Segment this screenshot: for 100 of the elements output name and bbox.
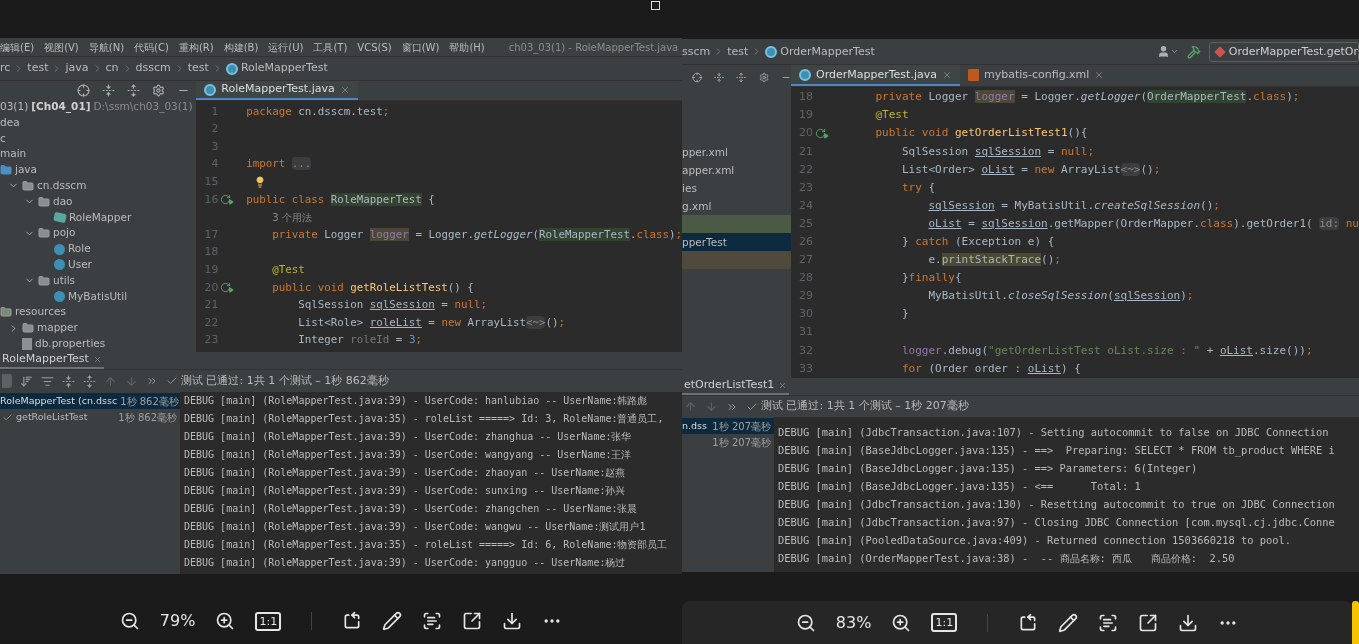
tree-row[interactable]: ies <box>682 179 791 198</box>
run-icon[interactable] <box>815 128 829 140</box>
tree-item[interactable]: java <box>15 162 37 178</box>
rotate-icon[interactable] <box>1018 612 1039 633</box>
run-icon[interactable] <box>220 194 235 206</box>
breadcrumb-item[interactable]: sscm <box>682 43 711 60</box>
collapse-all-icon[interactable] <box>714 70 725 84</box>
test-tree-row[interactable]: getRoleListTest 1秒 862毫秒 <box>0 409 180 425</box>
close-icon[interactable] <box>92 355 102 364</box>
check-icon <box>166 375 178 387</box>
tree-item[interactable]: mapper <box>37 320 78 336</box>
test-tree-row[interactable]: n.dss 1秒 207毫秒 <box>682 418 774 435</box>
zoom-level[interactable]: 79% <box>159 609 196 633</box>
tree-row[interactable]: g.xml <box>682 197 791 216</box>
line-number: 18 <box>798 89 813 106</box>
account-icon[interactable] <box>1156 45 1179 59</box>
expand-all-icon[interactable] <box>736 70 747 84</box>
breadcrumb-item[interactable]: rc <box>0 60 11 77</box>
tree-item[interactable]: MyBatisUtil <box>68 288 128 305</box>
zoom-in-icon[interactable] <box>215 611 236 631</box>
menu-item[interactable]: 视图(V) <box>44 39 79 55</box>
actual-size-button[interactable]: 1:1 <box>931 613 958 632</box>
tree-item[interactable]: cn.dsscm <box>37 178 87 194</box>
zoom-in-icon[interactable] <box>891 612 912 633</box>
tree-item[interactable]: pojo <box>53 225 76 242</box>
breadcrumb-item[interactable]: OrderMapperTest <box>780 43 875 60</box>
tree-item[interactable]: dea <box>0 114 20 131</box>
tree-item[interactable]: Role <box>68 241 91 257</box>
download-icon[interactable] <box>1178 612 1199 633</box>
console-line: DEBUG [main] (RoleMapperTest.java:39) - UserCode: sunxing -- UserName:孙兴 <box>184 484 627 498</box>
filter-icon[interactable] <box>41 374 54 388</box>
breadcrumb-item[interactable]: test <box>727 43 749 60</box>
menu-item[interactable]: 导航(N) <box>88 39 125 55</box>
share-icon[interactable] <box>1138 612 1159 633</box>
menu-item[interactable]: 窗口(W) <box>401 39 440 55</box>
run-config-selector[interactable]: OrderMapperTest.getOr <box>1208 41 1359 62</box>
close-icon[interactable] <box>339 84 350 95</box>
module-path: D:\ssm\ch03_03(1) <box>93 99 193 115</box>
menu-item[interactable]: VCS(S) <box>357 39 392 55</box>
sort-icon[interactable] <box>20 374 33 388</box>
tree-item[interactable]: User <box>68 257 92 273</box>
breadcrumb-item[interactable]: test <box>187 60 209 77</box>
share-icon[interactable] <box>462 611 483 631</box>
breadcrumb-item[interactable]: dsscm <box>135 60 171 77</box>
actual-size-button[interactable]: 1:1 <box>255 611 282 631</box>
tree-row[interactable]: pper.xml <box>682 143 791 162</box>
rotate-icon[interactable] <box>342 611 363 631</box>
menu-item[interactable]: 运行(U) <box>268 39 304 55</box>
breadcrumb-item[interactable]: test <box>27 60 49 77</box>
lightbulb-icon[interactable] <box>254 176 267 189</box>
menu-item[interactable]: 编辑(E) <box>0 39 35 55</box>
collapse-all-icon[interactable] <box>102 83 116 97</box>
settings-icon[interactable] <box>152 83 166 97</box>
editor-tab[interactable]: mybatis-config.xml <box>959 65 1113 87</box>
tree-item[interactable]: 03(1) <box>0 99 29 115</box>
tool-window-tab[interactable]: etOrderListTest1 <box>682 377 790 395</box>
menu-item[interactable]: 构建(B) <box>223 39 259 55</box>
tree-item[interactable]: resources <box>15 304 66 321</box>
text-scan-icon[interactable] <box>1098 612 1119 633</box>
tree-item[interactable]: c <box>0 130 6 147</box>
tree-row[interactable]: pperTest <box>682 233 791 252</box>
zoom-level[interactable]: 83% <box>835 610 872 635</box>
close-icon[interactable] <box>778 380 788 390</box>
tree-row[interactable]: apper.xml <box>682 161 791 180</box>
locate-icon[interactable] <box>77 83 91 97</box>
tree-item[interactable]: utils <box>53 272 76 289</box>
edit-icon[interactable] <box>1058 612 1079 633</box>
collapse-all-icon[interactable] <box>62 374 75 388</box>
breadcrumb-item[interactable]: cn <box>105 60 119 77</box>
menu-item[interactable]: 代码(C) <box>134 39 169 55</box>
expand-all-icon[interactable] <box>83 374 96 388</box>
run-icon[interactable] <box>220 282 235 294</box>
breadcrumb-item[interactable]: RoleMapperTest <box>240 60 328 77</box>
editor-tab[interactable]: RoleMapperTest.java <box>196 81 358 100</box>
folder-icon <box>0 306 12 319</box>
text-scan-icon[interactable] <box>422 611 443 631</box>
locate-icon[interactable] <box>692 70 703 84</box>
download-icon[interactable] <box>502 611 523 631</box>
breadcrumb-item[interactable]: java <box>65 60 89 77</box>
expand-all-icon[interactable] <box>127 83 141 97</box>
menu-item[interactable]: 重构(R) <box>178 39 214 55</box>
menu-item[interactable]: 帮助(H) <box>449 39 485 55</box>
tree-item[interactable]: db.properties <box>35 335 106 352</box>
zoom-out-icon[interactable] <box>795 612 816 633</box>
close-icon[interactable] <box>1094 69 1105 80</box>
test-status: 测试 已通过: 1共 1 个测试 – 1秒 207毫秒 <box>761 398 969 415</box>
settings-icon[interactable] <box>758 70 769 84</box>
editor-tab[interactable]: OrderMapperTest.java <box>791 65 960 87</box>
tree-item[interactable]: dao <box>53 193 73 210</box>
usage-hint[interactable]: 3 个用法 <box>246 209 312 225</box>
edit-icon[interactable] <box>382 611 403 631</box>
tree-item[interactable]: RoleMapper <box>69 209 132 226</box>
zoom-out-icon[interactable] <box>119 611 140 631</box>
test-tree-row[interactable]: 1秒 207毫秒 <box>682 434 774 451</box>
build-icon[interactable] <box>1186 44 1201 59</box>
close-icon[interactable] <box>941 69 952 80</box>
console-line: DEBUG [main] (PooledDataSource.java:409) - Returned connection 1503660218 to pool. <box>778 533 1292 549</box>
tree-item[interactable]: main <box>0 146 27 163</box>
menu-item[interactable]: 工具(T) <box>313 39 348 55</box>
test-tree-row[interactable]: RoleMapperTest (cn.dssc 1秒 862毫秒 <box>0 393 180 409</box>
